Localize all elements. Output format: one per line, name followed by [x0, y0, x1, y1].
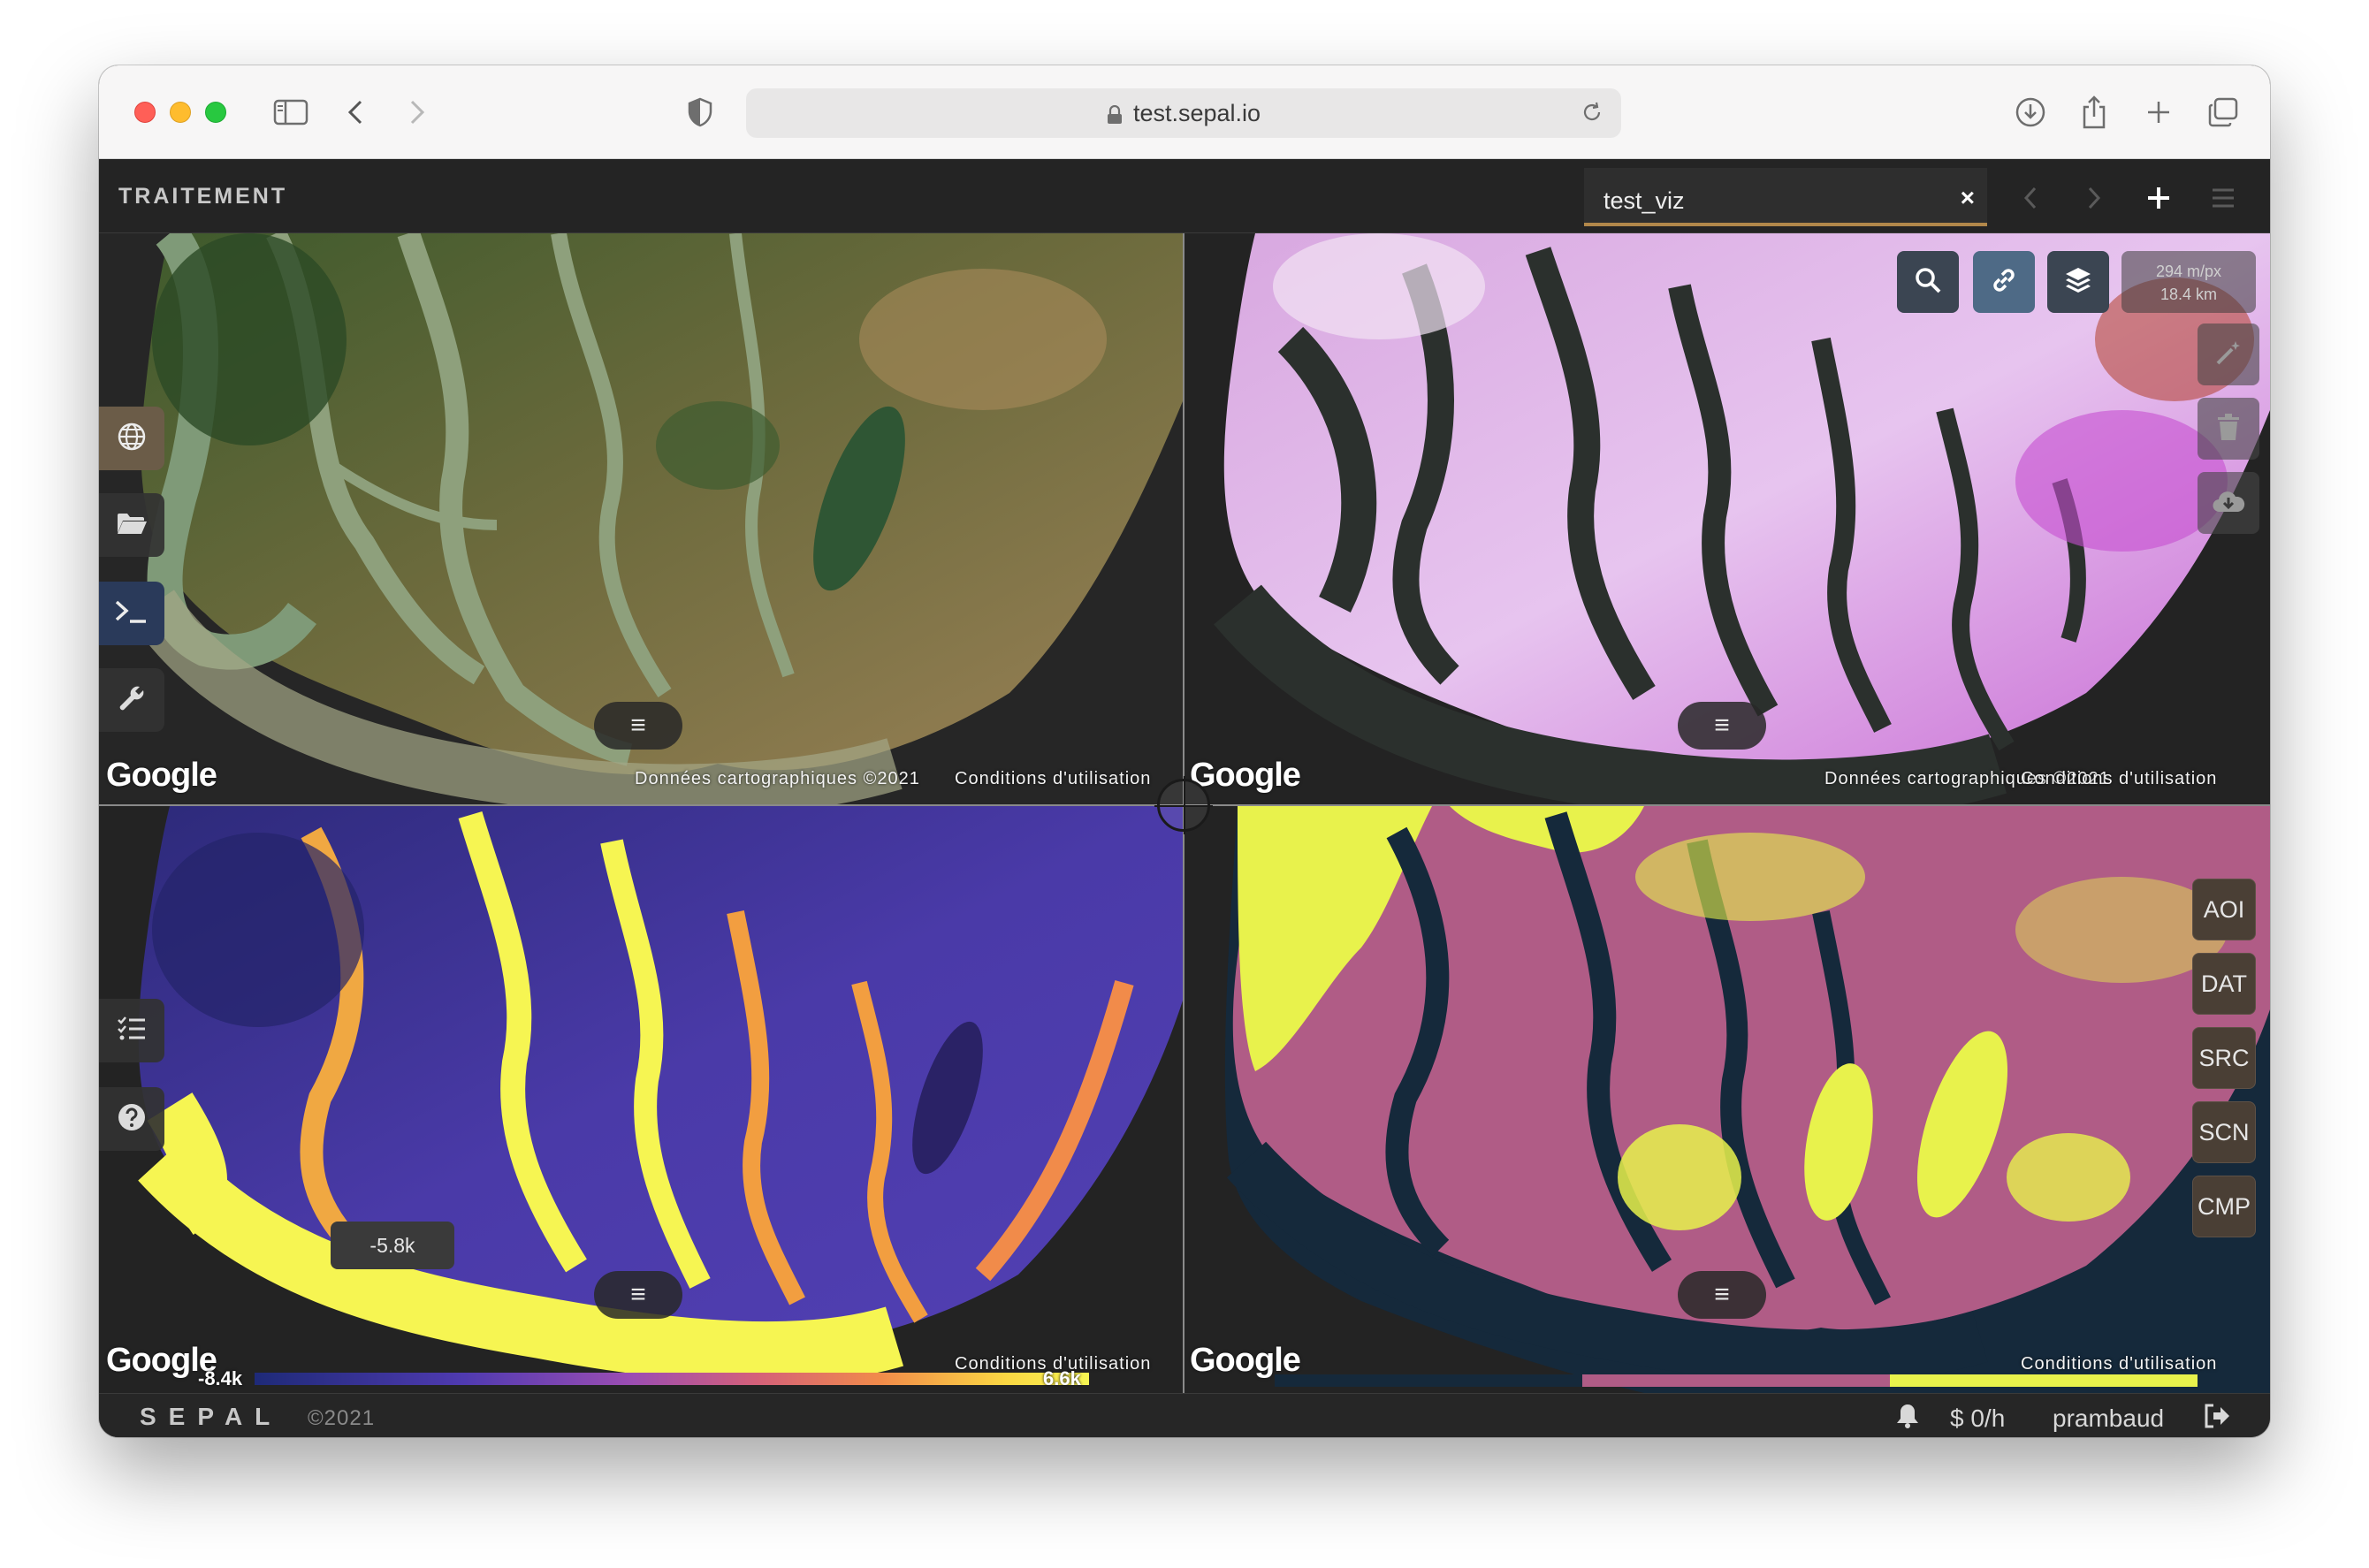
terminal-button[interactable] [99, 582, 164, 645]
new-tab-icon[interactable] [2137, 90, 2181, 134]
search-button[interactable] [1897, 251, 1959, 313]
layer-menu-button[interactable]: ≡ [594, 702, 682, 750]
process-globe-button[interactable] [99, 407, 164, 470]
legend-max-value: 6.6k [1043, 1367, 1081, 1389]
link-icon [1989, 265, 2019, 300]
forward-icon[interactable] [400, 90, 435, 134]
trash-icon [2216, 413, 2241, 445]
add-tab-icon[interactable] [2137, 177, 2181, 219]
layer-menu-button[interactable]: ≡ [594, 1271, 682, 1319]
legend-tooltip: -5.8k [331, 1222, 454, 1269]
wrench-icon [117, 683, 147, 718]
share-icon[interactable] [2072, 90, 2116, 134]
map-grid: Google Données cartographiques ©2021 Con… [99, 233, 2270, 1393]
terminal-icon [114, 598, 149, 629]
downloads-icon[interactable] [2008, 90, 2053, 134]
logout-icon[interactable] [2203, 1403, 2231, 1435]
cloud-download-icon [2212, 488, 2245, 519]
search-icon [1914, 266, 1942, 299]
google-logo: Google [1190, 757, 1301, 794]
export-button[interactable] [2198, 472, 2259, 534]
notifications-icon[interactable] [1895, 1403, 1920, 1435]
tabs-menu-icon[interactable] [2201, 177, 2245, 219]
recipe-dat-button[interactable]: DAT [2192, 953, 2256, 1015]
terms-link[interactable]: Conditions d'utilisation [2021, 1354, 2217, 1374]
browser-toolbar: test.sepal.io [99, 65, 2270, 159]
url-text: test.sepal.io [1132, 99, 1261, 126]
usage-cost[interactable]: $ 0/h [1950, 1404, 2005, 1433]
map-panel-false-color[interactable]: Google Données cartographiques ©2021 Con… [1184, 233, 2270, 804]
layers-button[interactable] [2047, 251, 2109, 313]
map-panel-true-color[interactable]: Google Données cartographiques ©2021 Con… [99, 233, 1183, 804]
address-bar[interactable]: test.sepal.io [746, 88, 1621, 138]
map-data-attribution[interactable]: Données cartographiques ©2021 [635, 769, 920, 789]
tab-overview-icon[interactable] [2201, 90, 2245, 134]
legend-min-value: -8.4k [198, 1367, 243, 1389]
recipe-src-button[interactable]: SRC [2192, 1027, 2256, 1089]
tab-test-viz[interactable]: test_viz × [1584, 168, 1987, 226]
terms-link[interactable]: Conditions d'utilisation [955, 769, 1151, 789]
privacy-shield-icon[interactable] [682, 90, 718, 134]
globe-icon [117, 422, 147, 456]
reload-icon[interactable] [1581, 101, 1603, 130]
terms-link[interactable]: Conditions d'utilisation [2021, 769, 2217, 789]
google-logo: Google [106, 757, 217, 794]
layer-menu-button[interactable]: ≡ [1678, 1271, 1766, 1319]
browse-files-button[interactable] [99, 493, 164, 557]
recipe-scn-button[interactable]: SCN [2192, 1101, 2256, 1163]
copyright: ©2021 [308, 1406, 376, 1430]
app-header: TRAITEMENT test_viz × [99, 159, 2270, 233]
back-icon[interactable] [338, 90, 373, 134]
checklist-icon [117, 1016, 147, 1047]
sepal-logo: SEPAL [140, 1403, 283, 1430]
next-tab-icon[interactable] [2072, 177, 2116, 219]
help-icon [117, 1102, 147, 1137]
category-legend-water[interactable] [1275, 1374, 1582, 1387]
browser-window: test.sepal.io TRAITEMENT test_viz × Goog… [99, 65, 2270, 1437]
folder-icon [116, 510, 148, 541]
delete-button[interactable] [2198, 398, 2259, 460]
continuous-legend-ramp[interactable] [255, 1373, 1089, 1385]
map-panel-index[interactable]: -5.8k Google Conditions d'utilisation ≡ [99, 806, 1183, 1393]
map-panel-classes[interactable]: Google Conditions d'utilisation ≡ [1184, 806, 2270, 1393]
app-footer: SEPAL ©2021 $ 0/h prambaud [99, 1393, 2270, 1437]
magic-wand-icon [2214, 339, 2243, 371]
lock-icon [1107, 103, 1123, 124]
recipe-cmp-button[interactable]: CMP [2192, 1176, 2256, 1237]
help-button[interactable] [99, 1087, 164, 1151]
maximize-window-button[interactable] [205, 102, 226, 123]
close-tab-icon[interactable]: × [1961, 184, 1975, 212]
category-legend-other[interactable] [1890, 1374, 2198, 1387]
username[interactable]: prambaud [2053, 1404, 2164, 1433]
tasks-button[interactable] [99, 999, 164, 1062]
scale-distance: 18.4 km [2160, 285, 2218, 303]
magic-wand-button[interactable] [2198, 323, 2259, 385]
map-scale: 294 m/px 18.4 km [2121, 251, 2256, 313]
tab-label: test_viz [1603, 187, 1685, 214]
split-center-handle[interactable] [1154, 776, 1213, 834]
app-title: TRAITEMENT [118, 184, 288, 209]
close-window-button[interactable] [134, 102, 156, 123]
link-maps-button[interactable] [1973, 251, 2035, 313]
tools-button[interactable] [99, 668, 164, 732]
scale-resolution: 294 m/px [2155, 263, 2222, 280]
sidebar-toggle-icon[interactable] [269, 90, 313, 134]
layers-icon [2063, 265, 2093, 300]
recipe-aoi-button[interactable]: AOI [2192, 879, 2256, 940]
minimize-window-button[interactable] [170, 102, 191, 123]
previous-tab-icon[interactable] [2008, 177, 2053, 219]
layer-menu-button[interactable]: ≡ [1678, 702, 1766, 750]
category-legend-land[interactable] [1582, 1374, 1890, 1387]
